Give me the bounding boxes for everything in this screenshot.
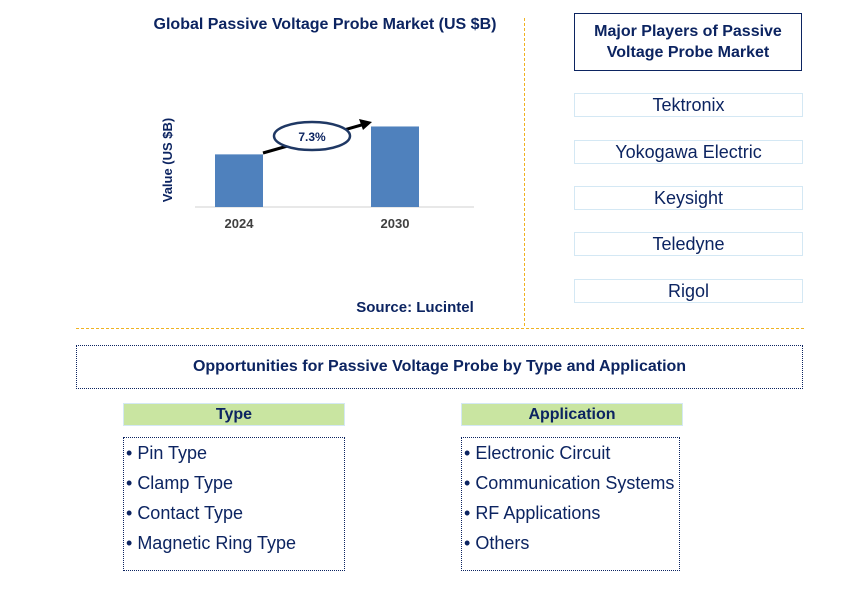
list-item: • Magnetic Ring Type <box>126 533 297 553</box>
chart-title: Global Passive Voltage Probe Market (US … <box>153 16 497 33</box>
bar-2024 <box>215 154 263 207</box>
list-item: • RF Applications <box>464 503 601 523</box>
list-item: • Contact Type <box>126 503 244 523</box>
bullet-icon: • <box>464 473 471 493</box>
list-item: • Electronic Circuit <box>464 443 611 463</box>
player-item: Yokogawa Electric <box>574 140 803 164</box>
bullet-icon: • <box>126 503 133 523</box>
bullet-icon: • <box>464 443 471 463</box>
vertical-divider <box>524 18 525 326</box>
x-tick-label: 2030 <box>381 216 410 231</box>
y-axis-label: Value (US $B) <box>160 118 175 203</box>
player-item: Teledyne <box>574 232 803 256</box>
segment-header-type: Type <box>123 403 345 426</box>
player-item: Keysight <box>574 186 803 210</box>
horizontal-divider <box>76 328 804 329</box>
segment-list-type: • Pin Type • Clamp Type • Contact Type • Mag… <box>123 437 345 571</box>
bullet-icon: • <box>464 533 471 553</box>
segment-list-application: • Electronic Circuit • Communication Syste… <box>461 437 680 571</box>
list-item: • Clamp Type <box>126 473 234 493</box>
opportunities-title: Opportunities for Passive Voltage Probe … <box>76 345 803 389</box>
player-item: Rigol <box>574 279 803 303</box>
list-item: • Others <box>464 533 530 553</box>
bullet-icon: • <box>126 443 133 463</box>
player-item: Tektronix <box>574 93 803 117</box>
x-tick-label: 2024 <box>225 216 255 231</box>
bar-2030 <box>371 126 419 207</box>
segment-header-application: Application <box>461 403 683 426</box>
players-title: Major Players of Passive Voltage Probe M… <box>574 13 802 71</box>
bullet-icon: • <box>464 503 471 523</box>
bar-chart: Value (US $B) 2024 2030 7.3% <box>160 118 474 231</box>
list-item: • Pin Type <box>126 443 208 463</box>
source-label: Source: Lucintel <box>356 299 474 316</box>
list-item: • Communication Systems <box>464 473 675 493</box>
bullet-icon: • <box>126 473 133 493</box>
cagr-annotation: 7.3% <box>262 119 372 155</box>
cagr-label: 7.3% <box>298 130 326 144</box>
bullet-icon: • <box>126 533 133 553</box>
